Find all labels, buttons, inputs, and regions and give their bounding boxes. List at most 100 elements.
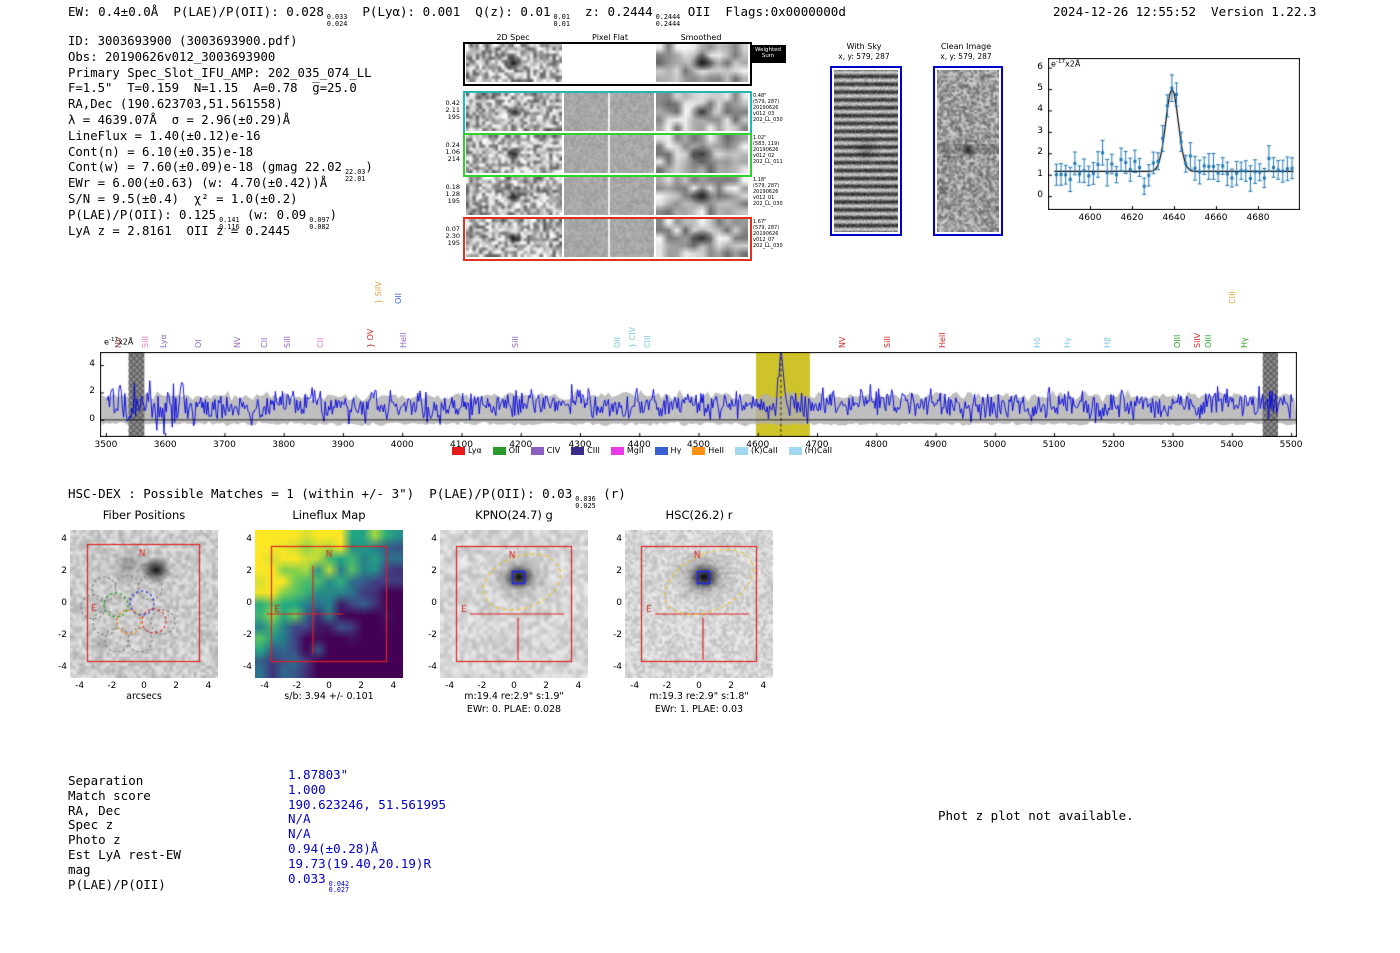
tick-label: 2 xyxy=(61,565,67,576)
tick-label: -2 xyxy=(662,681,672,691)
tick-label: 4 xyxy=(760,681,767,691)
2d-row-right-label: 1.67" (579, 287) 20190626 v012_07 202_LL_030 xyxy=(753,219,783,249)
tick-label: 4 xyxy=(89,359,95,370)
stacked-uncertainty: 0.01 0.01 xyxy=(553,13,570,28)
info-line: P(LAE)/P(OII): 0.125 0.141 0.116 (w: 0.09 0… xyxy=(68,207,338,231)
tick-label: 3500 xyxy=(94,440,118,450)
stacked-uncertainty: 0.2444 0.2444 xyxy=(655,13,681,28)
legend-item: Lyα xyxy=(452,446,482,455)
2d-row-right-label: 0.48" (579, 287) 20190626 v012_03 202_LL_030 xyxy=(753,93,783,123)
panel-xlabel: m:19.4 re:2.9" s:1.9" xyxy=(464,691,564,702)
tick-label: -4 xyxy=(428,662,437,673)
legend-label: CIII xyxy=(587,446,600,455)
tick-label: 4 xyxy=(390,681,397,691)
panel-caption: EWr: 0. PLAE: 0.028 xyxy=(466,704,562,715)
emission-line-label: OII xyxy=(613,336,623,348)
2d-spec-image-3 xyxy=(466,177,562,215)
panel-title: KPNO(24.7) g xyxy=(475,508,553,522)
legend-item: CIV xyxy=(530,446,560,455)
smoothed-image-3 xyxy=(656,177,748,215)
col-header-2dspec: 2D Spec xyxy=(496,33,530,42)
match-row-label: Photo z xyxy=(68,832,121,848)
smoothed-image-4 xyxy=(656,219,748,257)
emission-line-label: NV xyxy=(232,336,242,348)
tick-label: 3700 xyxy=(212,440,236,450)
tick-label: -2 xyxy=(243,630,252,641)
stacked-uncertainty: 22.03 22.01 xyxy=(344,168,366,184)
legend-swatch xyxy=(734,446,748,455)
legend-swatch xyxy=(654,446,668,455)
with-sky-title: With Sky xyxy=(846,42,882,51)
tick-label: 3800 xyxy=(272,440,296,450)
legend-item: HeII xyxy=(692,446,724,455)
emission-line-label: OIII xyxy=(1173,334,1183,348)
match-row-label: Match score xyxy=(68,787,151,803)
2d-row-right-label: 1.18" (579, 287) 20190626 v012_01 202_LL_030 xyxy=(753,177,783,207)
info-block: ID: 3003693900 (3003693900.pdf) Obs: 2019… xyxy=(68,34,373,239)
panel-title: Lineflux Map xyxy=(292,508,366,522)
pixel-flat-image-0 xyxy=(564,44,654,82)
emission-line-label: SiII xyxy=(882,335,892,348)
tick-label: 3 xyxy=(1037,125,1043,136)
emission-line-label: NV xyxy=(114,336,124,348)
pixel-flat-image-1 xyxy=(564,93,654,131)
panel-image-1 xyxy=(255,530,403,678)
match-row-label: P(LAE)/P(OII) xyxy=(68,876,166,892)
panel-image-0 xyxy=(70,530,218,678)
legend-label: (H)CaII xyxy=(804,446,833,455)
tick-label: -2 xyxy=(107,681,117,691)
emission-line-label: OII xyxy=(393,292,403,304)
tick-label: -2 xyxy=(292,681,302,691)
emission-line-label: } SiIV xyxy=(373,281,383,304)
tick-label: 5200 xyxy=(1101,440,1125,450)
emission-line-label: CIII xyxy=(642,335,652,348)
clean-image xyxy=(937,70,999,232)
emission-line-label: OIII xyxy=(1203,334,1213,348)
legend-label: Lyα xyxy=(468,446,482,455)
match-row-value: 0.94(±0.28)Å xyxy=(288,841,379,856)
clean-image-coords: x, y: 579, 287 xyxy=(940,52,992,61)
tick-label: -4 xyxy=(243,662,252,673)
legend-item: MgII xyxy=(610,446,644,455)
emission-line-label: SiIV xyxy=(1192,332,1202,348)
match-row-value: 190.623246, 51.561995 xyxy=(288,796,447,812)
stacked-uncertainty: 0.042 0.027 xyxy=(328,879,350,895)
tick-label: 2 xyxy=(431,565,437,576)
clean-image-title: Clean Image xyxy=(940,42,992,51)
legend-label: HeII xyxy=(708,446,724,455)
tick-label: -2 xyxy=(477,681,487,691)
tick-label: -4 xyxy=(260,681,270,691)
emission-line-label: SiII xyxy=(140,335,150,348)
tick-label: 6 xyxy=(1037,61,1043,72)
legend-label: MgII xyxy=(626,446,644,455)
2d-spec-image-2 xyxy=(466,135,562,173)
full-spectrum-plot xyxy=(100,352,1297,437)
2d-spec-image-1 xyxy=(466,93,562,131)
tick-label: -4 xyxy=(58,662,67,673)
tick-label: 0 xyxy=(246,598,252,608)
weighted-sum-label: Weighted Sum xyxy=(750,45,786,63)
legend-swatch xyxy=(492,446,506,455)
tick-label: 1 xyxy=(1037,168,1043,179)
hsc-dex-line: HSC-DEX : Possible Matches = 1 (within +… xyxy=(68,486,626,510)
info-line: Cont(w) = 7.60(±0.09)e-18 (gmag 22.02 22.… xyxy=(68,160,373,184)
tick-label: 2 xyxy=(89,386,95,397)
emission-line-label: NV xyxy=(837,336,847,348)
photz-note: Phot z plot not available. xyxy=(938,808,1134,823)
2d-spec-image-4 xyxy=(466,219,562,257)
tick-label: 2 xyxy=(173,681,180,691)
match-row-label: RA, Dec xyxy=(68,802,121,818)
tick-label: 5300 xyxy=(1161,440,1184,450)
legend-label: OII xyxy=(508,446,520,455)
smoothed-image-1 xyxy=(656,93,748,131)
tick-label: 2 xyxy=(358,681,365,691)
emission-line-label: Lyα xyxy=(159,334,169,348)
smoothed-image-2 xyxy=(656,135,748,173)
2d-spec-image-0 xyxy=(466,44,562,82)
match-row-label: Est LyA rest-EW xyxy=(68,847,181,862)
legend-swatch xyxy=(610,446,624,455)
tick-label: 0 xyxy=(511,681,517,691)
tick-label: 4680 xyxy=(1246,213,1270,223)
pixel-flat-image-4 xyxy=(564,219,654,257)
2d-row-left-label: 0.42 2.11 195 xyxy=(445,99,460,122)
